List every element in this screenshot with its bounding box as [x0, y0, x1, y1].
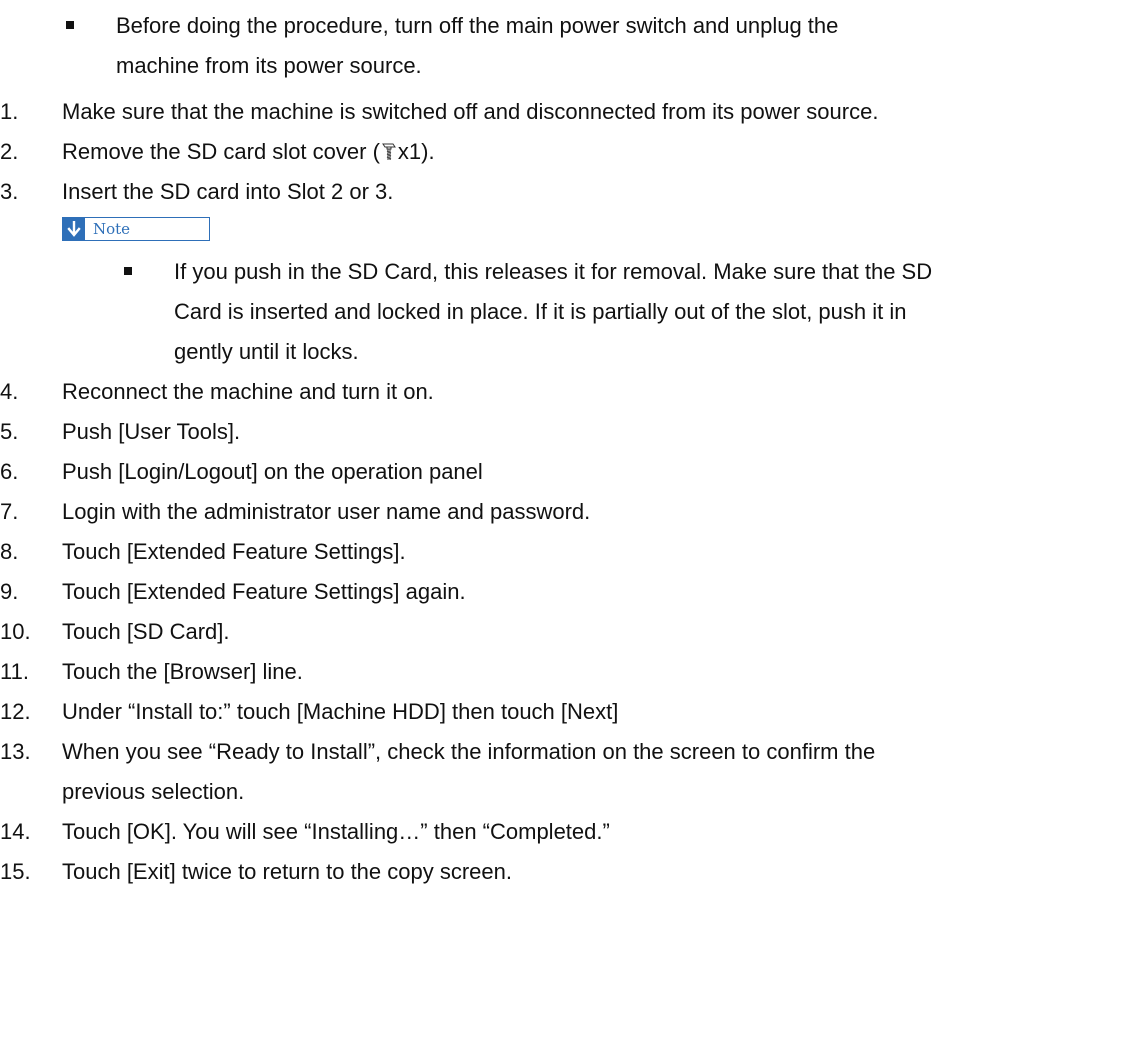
step-text: Login with the administrator user name a…: [62, 499, 591, 524]
step-11: 11. Touch the [Browser] line.: [0, 652, 1134, 692]
step-8: 8. Touch [Extended Feature Settings].: [0, 532, 1134, 572]
screw-icon: [380, 135, 398, 160]
document-page: Before doing the procedure, turn off the…: [0, 0, 1134, 1043]
note-header: Note: [0, 212, 1134, 252]
step-number: 8.: [0, 539, 19, 564]
step-text: Touch [Extended Feature Settings] again.: [62, 579, 466, 604]
down-arrow-icon: [63, 218, 85, 240]
step-number: 2.: [0, 139, 19, 164]
step-number: 13.: [0, 739, 31, 764]
step-number: 3.: [0, 179, 19, 204]
step-text: Touch [Exit] twice to return to the copy…: [62, 859, 512, 884]
step-number: 1.: [0, 99, 19, 124]
step-text: Remove the SD card slot cover ( x1).: [62, 132, 1134, 172]
step-text: Under “Install to:” touch [Machine HDD] …: [62, 699, 619, 724]
step-text: Push [User Tools].: [62, 419, 241, 444]
step-text-after: x1).: [397, 139, 435, 164]
step-9: 9. Touch [Extended Feature Settings] aga…: [0, 572, 1134, 612]
step-number: 10.: [0, 619, 31, 644]
step-text: Push [Login/Logout] on the operation pan…: [62, 459, 483, 484]
step-15: 15. Touch [Exit] twice to return to the …: [0, 852, 1134, 892]
step-13: 13. When you see “Ready to Install”, che…: [0, 732, 1134, 812]
step-6: 6. Push [Login/Logout] on the operation …: [0, 452, 1134, 492]
step-text: Touch [OK]. You will see “Installing…” t…: [62, 819, 610, 844]
note-bullet: If you push in the SD Card, this release…: [0, 252, 1134, 372]
step-number: 14.: [0, 819, 31, 844]
note-label: Note: [93, 220, 131, 238]
step-number: 9.: [0, 579, 19, 604]
step-4: 4. Reconnect the machine and turn it on.: [0, 372, 1134, 412]
step-number: 15.: [0, 859, 31, 884]
step-number: 6.: [0, 459, 19, 484]
square-bullet-icon: [66, 21, 74, 29]
step-14: 14. Touch [OK]. You will see “Installing…: [0, 812, 1134, 852]
note-line-3: gently until it locks.: [174, 339, 359, 364]
step-text: Reconnect the machine and turn it on.: [62, 379, 434, 404]
step-10: 10. Touch [SD Card].: [0, 612, 1134, 652]
step-number: 4.: [0, 379, 19, 404]
step-text-before: Remove the SD card slot cover (: [62, 139, 380, 164]
caution-bullet: Before doing the procedure, turn off the…: [66, 6, 1066, 86]
procedure-steps: 1. Make sure that the machine is switche…: [0, 92, 1134, 892]
step-number: 5.: [0, 419, 19, 444]
note-line-1: If you push in the SD Card, this release…: [174, 259, 933, 284]
step-text: Make sure that the machine is switched o…: [62, 99, 879, 124]
step-12: 12. Under “Install to:” touch [Machine H…: [0, 692, 1134, 732]
step-number: 11.: [0, 659, 29, 684]
step-3: 3. Insert the SD card into Slot 2 or 3.: [0, 172, 1134, 212]
caution-line-1: Before doing the procedure, turn off the…: [116, 13, 839, 38]
step-text: Touch the [Browser] line.: [62, 659, 303, 684]
step-number: 7.: [0, 499, 19, 524]
note-box: Note: [62, 217, 210, 241]
caution-line-2: machine from its power source.: [116, 53, 422, 78]
note-line-2: Card is inserted and locked in place. If…: [174, 299, 907, 324]
step-13-line-2: previous selection.: [62, 779, 245, 804]
square-bullet-icon: [124, 267, 132, 275]
step-number: 12.: [0, 699, 31, 724]
step-text: When you see “Ready to Install”, check t…: [62, 732, 1134, 812]
step-text: Insert the SD card into Slot 2 or 3.: [62, 179, 394, 204]
step-5: 5. Push [User Tools].: [0, 412, 1134, 452]
step-text: Touch [Extended Feature Settings].: [62, 539, 406, 564]
step-1: 1. Make sure that the machine is switche…: [0, 92, 1134, 132]
step-7: 7. Login with the administrator user nam…: [0, 492, 1134, 532]
step-text: Touch [SD Card].: [62, 619, 230, 644]
step-2: 2. Remove the SD card slot cover ( x1).: [0, 132, 1134, 172]
caution-bullet-row: Before doing the procedure, turn off the…: [66, 6, 1066, 86]
step-13-line-1: When you see “Ready to Install”, check t…: [62, 739, 876, 764]
